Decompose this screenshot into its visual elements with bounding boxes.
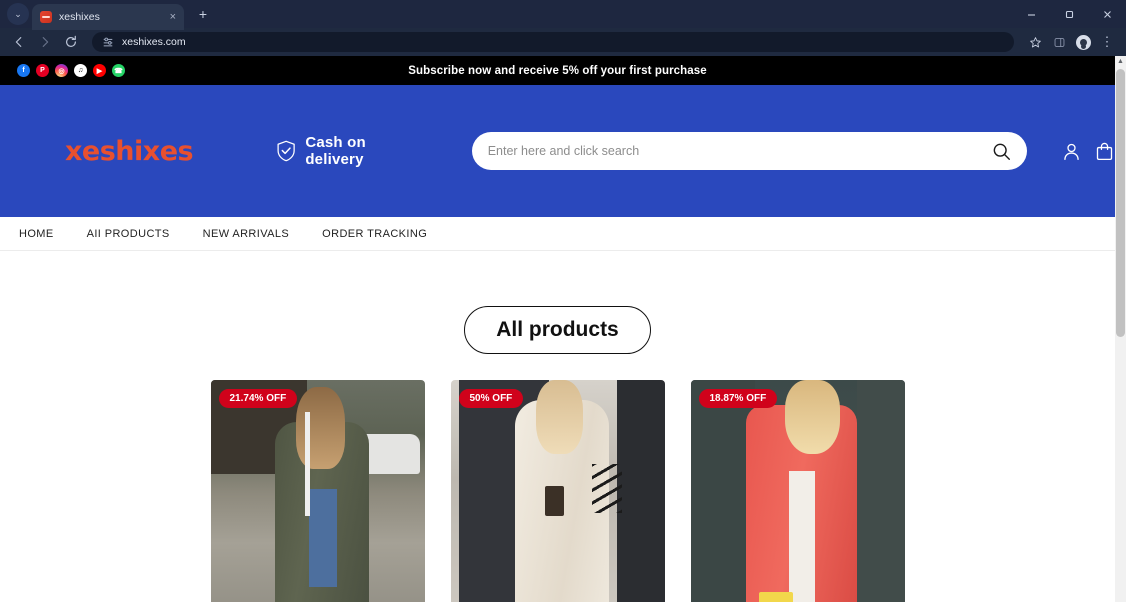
- search-icon: [993, 143, 1010, 160]
- main-navigation: HOME AII PRODUCTS NEW ARRIVALS ORDER TRA…: [0, 217, 1115, 251]
- product-photo-red-coat: [690, 380, 905, 602]
- nav-item-all-products[interactable]: AII PRODUCTS: [87, 228, 170, 240]
- nav-item-order-tracking[interactable]: ORDER TRACKING: [322, 228, 427, 240]
- account-button[interactable]: [1061, 141, 1082, 162]
- product-card[interactable]: 50% OFF: [450, 380, 665, 602]
- scroll-up-button[interactable]: ▲: [1115, 56, 1126, 67]
- product-image[interactable]: [450, 380, 665, 602]
- search-bar[interactable]: [471, 132, 1027, 170]
- site-logo[interactable]: xeshixes: [65, 136, 194, 167]
- plus-icon: +: [198, 6, 208, 22]
- close-icon[interactable]: ×: [170, 11, 176, 23]
- site-header: xeshixes Cash on delivery: [0, 85, 1115, 217]
- tab-strip: ⌄ xeshixes × +: [0, 0, 1126, 30]
- product-grid: 21.74% OFF 50% OFF 18.87% OFF: [0, 380, 1115, 602]
- maximize-button[interactable]: [1050, 0, 1088, 28]
- tiktok-icon[interactable]: ♫: [74, 64, 87, 77]
- section-title-container: All products: [0, 306, 1115, 354]
- product-image[interactable]: [690, 380, 905, 602]
- reload-icon: [66, 35, 76, 47]
- close-window-button[interactable]: [1088, 0, 1126, 28]
- header-actions: [1061, 141, 1115, 162]
- maximize-icon: [1065, 10, 1073, 18]
- minimize-icon: [1027, 13, 1035, 16]
- reload-button[interactable]: [60, 31, 82, 53]
- toolbar-right-actions: ⋮: [1024, 31, 1118, 53]
- profile-button[interactable]: [1072, 31, 1094, 53]
- tune-icon[interactable]: [102, 36, 114, 48]
- nav-item-new-arrivals[interactable]: NEW ARRIVALS: [203, 228, 290, 240]
- browser-toolbar: xeshixes.com ⋮: [0, 28, 1126, 56]
- site-settings-icon: [103, 37, 113, 47]
- discount-badge: 50% OFF: [458, 389, 524, 408]
- search-input[interactable]: [487, 144, 992, 158]
- bookmark-button[interactable]: [1024, 31, 1046, 53]
- split-view-button[interactable]: [1048, 31, 1070, 53]
- youtube-icon[interactable]: ▶: [93, 64, 106, 77]
- user-icon: [1064, 143, 1079, 160]
- account-avatar-icon: [1075, 34, 1091, 50]
- facebook-icon[interactable]: f: [17, 64, 30, 77]
- website-page: f P ◎ ♫ ▶ ☎ Subscribe now and receive 5%…: [0, 56, 1115, 602]
- product-photo-olive-coat: [210, 380, 425, 602]
- new-tab-button[interactable]: +: [192, 3, 214, 25]
- product-card[interactable]: 21.74% OFF: [210, 380, 425, 602]
- shield-check-icon: [277, 140, 295, 162]
- browser-window: ⌄ xeshixes × + xeshixes.com ⋮ f P ◎ ♫ ▶ …: [0, 0, 1126, 602]
- three-dots-icon: ⋮: [1100, 34, 1114, 49]
- shopping-bag-icon: [1096, 142, 1113, 160]
- product-card[interactable]: 18.87% OFF: [690, 380, 905, 602]
- minimize-button[interactable]: [1012, 0, 1050, 28]
- window-controls: [1012, 0, 1126, 28]
- product-photo-cream-coat: [450, 380, 665, 602]
- whatsapp-icon[interactable]: ☎: [112, 64, 125, 77]
- browser-tab[interactable]: xeshixes ×: [32, 4, 184, 30]
- page-viewport: f P ◎ ♫ ▶ ☎ Subscribe now and receive 5%…: [0, 56, 1126, 602]
- cart-button[interactable]: [1094, 141, 1115, 162]
- product-image[interactable]: [210, 380, 425, 602]
- cash-on-delivery-label: Cash on delivery: [305, 134, 366, 168]
- nav-item-home[interactable]: HOME: [19, 228, 54, 240]
- split-screen-icon: [1054, 37, 1064, 47]
- tab-title: xeshixes: [59, 11, 100, 23]
- tab-search-button[interactable]: ⌄: [7, 3, 29, 25]
- vertical-scrollbar[interactable]: ▲: [1115, 56, 1126, 602]
- announcement-bar: f P ◎ ♫ ▶ ☎ Subscribe now and receive 5%…: [0, 56, 1115, 85]
- address-bar[interactable]: xeshixes.com: [92, 32, 1014, 52]
- cash-on-delivery-badge: Cash on delivery: [276, 134, 419, 168]
- back-arrow-icon: [15, 37, 22, 47]
- site-favicon-icon: [40, 11, 52, 23]
- forward-button[interactable]: [34, 31, 56, 53]
- instagram-icon[interactable]: ◎: [55, 64, 68, 77]
- chrome-menu-button[interactable]: ⋮: [1096, 31, 1118, 53]
- back-button[interactable]: [8, 31, 30, 53]
- discount-badge: 18.87% OFF: [698, 389, 778, 408]
- search-button[interactable]: [992, 142, 1011, 161]
- url-text: xeshixes.com: [122, 36, 186, 48]
- announcement-text: Subscribe now and receive 5% off your fi…: [408, 64, 707, 77]
- close-icon: [1103, 10, 1111, 18]
- page-title: All products: [464, 306, 651, 354]
- social-links: f P ◎ ♫ ▶ ☎: [0, 64, 125, 77]
- star-icon: [1029, 36, 1041, 47]
- pinterest-icon[interactable]: P: [36, 64, 49, 77]
- chevron-down-icon: ⌄: [14, 8, 22, 19]
- scrollbar-thumb[interactable]: [1116, 69, 1125, 337]
- forward-arrow-icon-shape: [42, 37, 49, 47]
- discount-badge: 21.74% OFF: [218, 389, 298, 408]
